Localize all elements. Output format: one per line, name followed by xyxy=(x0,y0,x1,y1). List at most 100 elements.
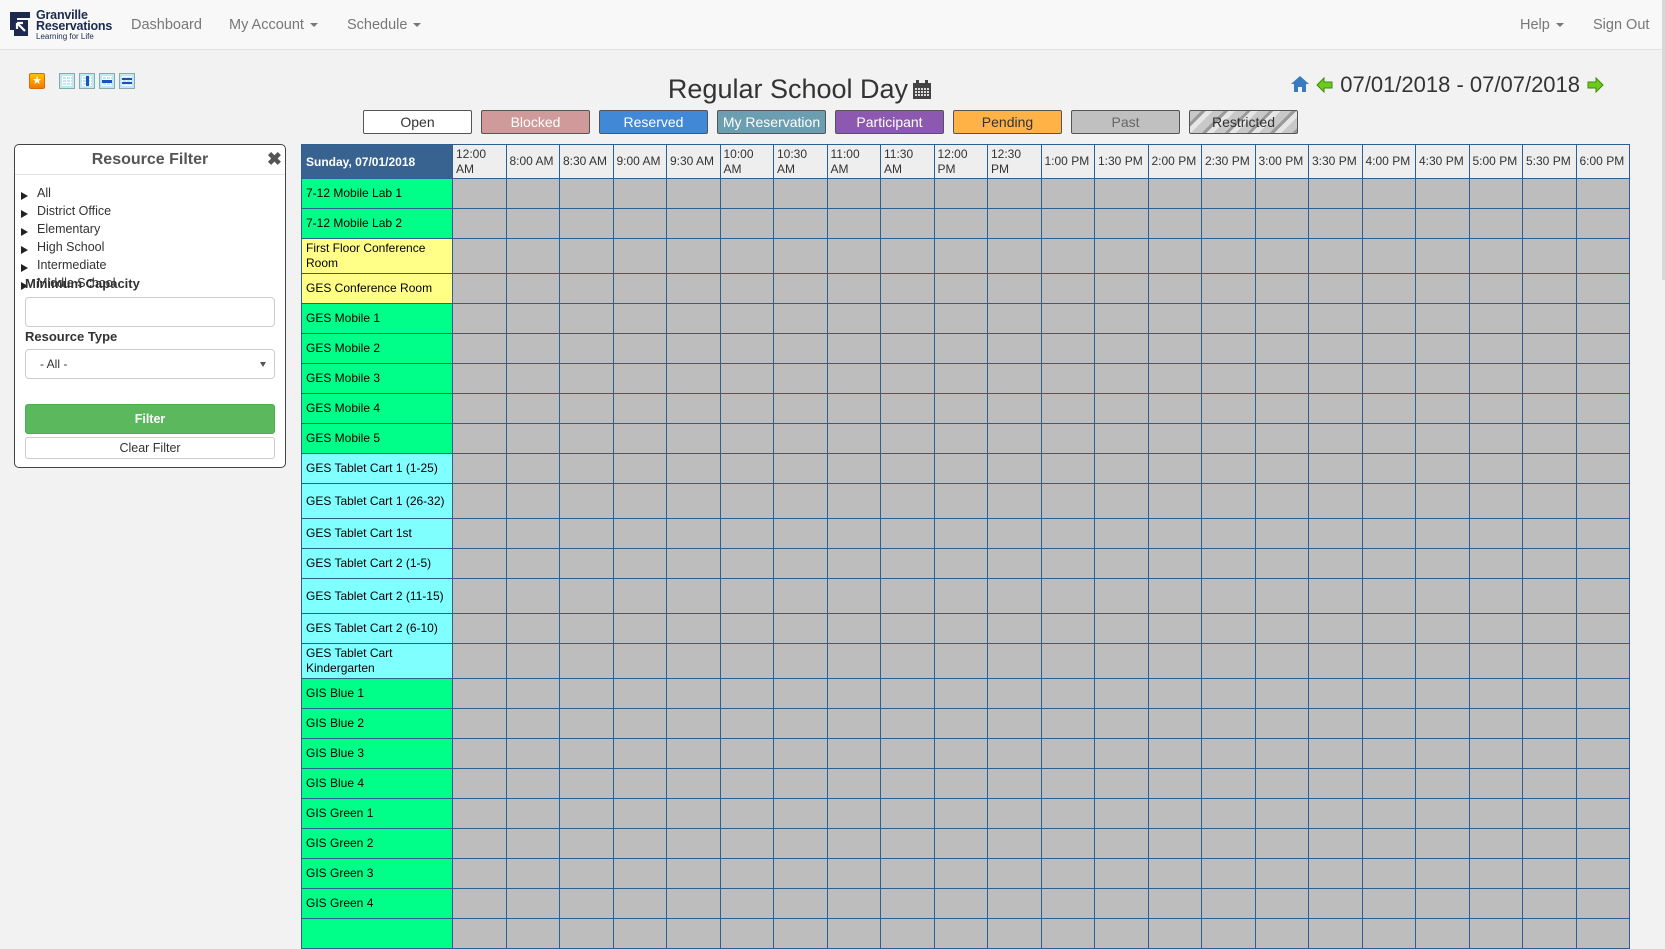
time-slot-cell[interactable] xyxy=(1361,483,1416,519)
time-slot-cell[interactable] xyxy=(826,798,881,829)
time-slot-cell[interactable] xyxy=(1415,518,1470,549)
time-slot-cell[interactable] xyxy=(666,548,721,579)
time-slot-cell[interactable] xyxy=(1468,768,1523,799)
time-slot-cell[interactable] xyxy=(1308,393,1363,424)
time-slot-cell[interactable] xyxy=(612,303,667,334)
time-slot-cell[interactable] xyxy=(452,918,507,949)
time-slot-cell[interactable] xyxy=(1094,483,1149,519)
time-slot-cell[interactable] xyxy=(1522,393,1577,424)
time-slot-cell[interactable] xyxy=(505,578,560,614)
time-slot-cell[interactable] xyxy=(559,333,614,364)
time-slot-cell[interactable] xyxy=(826,208,881,239)
time-slot-cell[interactable] xyxy=(1201,613,1256,644)
time-slot-cell[interactable] xyxy=(773,548,828,579)
time-slot-cell[interactable] xyxy=(1094,888,1149,919)
time-slot-cell[interactable] xyxy=(773,423,828,454)
time-slot-cell[interactable] xyxy=(719,918,774,949)
time-slot-cell[interactable] xyxy=(880,678,935,709)
time-slot-cell[interactable] xyxy=(880,178,935,209)
time-slot-cell[interactable] xyxy=(452,643,507,679)
time-slot-cell[interactable] xyxy=(933,453,988,484)
time-slot-cell[interactable] xyxy=(452,363,507,394)
time-slot-cell[interactable] xyxy=(1468,858,1523,889)
time-slot-cell[interactable] xyxy=(1522,708,1577,739)
time-slot-cell[interactable] xyxy=(1201,738,1256,769)
time-slot-cell[interactable] xyxy=(666,918,721,949)
layout-standard-icon[interactable] xyxy=(59,73,75,89)
time-slot-cell[interactable] xyxy=(559,453,614,484)
time-slot-cell[interactable] xyxy=(1308,828,1363,859)
time-slot-cell[interactable] xyxy=(505,483,560,519)
time-slot-cell[interactable] xyxy=(719,738,774,769)
time-slot-cell[interactable] xyxy=(1361,918,1416,949)
time-slot-cell[interactable] xyxy=(1040,738,1095,769)
time-slot-cell[interactable] xyxy=(505,423,560,454)
time-slot-cell[interactable] xyxy=(1147,393,1202,424)
time-slot-cell[interactable] xyxy=(1147,208,1202,239)
time-slot-cell[interactable] xyxy=(612,208,667,239)
time-slot-cell[interactable] xyxy=(1522,548,1577,579)
time-slot-cell[interactable] xyxy=(1361,578,1416,614)
time-slot-cell[interactable] xyxy=(559,393,614,424)
time-slot-cell[interactable] xyxy=(505,393,560,424)
time-slot-cell[interactable] xyxy=(559,273,614,304)
time-slot-cell[interactable] xyxy=(1254,578,1309,614)
time-slot-cell[interactable] xyxy=(773,613,828,644)
time-slot-cell[interactable] xyxy=(559,768,614,799)
time-slot-cell[interactable] xyxy=(666,858,721,889)
time-slot-cell[interactable] xyxy=(773,483,828,519)
favorite-star-icon[interactable]: ★ xyxy=(29,73,45,89)
time-slot-cell[interactable] xyxy=(880,888,935,919)
time-slot-cell[interactable] xyxy=(719,363,774,394)
time-slot-cell[interactable] xyxy=(1468,518,1523,549)
time-slot-cell[interactable] xyxy=(1361,423,1416,454)
time-slot-cell[interactable] xyxy=(1415,178,1470,209)
time-slot-cell[interactable] xyxy=(1415,643,1470,679)
time-slot-cell[interactable] xyxy=(1201,518,1256,549)
time-slot-cell[interactable] xyxy=(1147,798,1202,829)
time-slot-cell[interactable] xyxy=(505,678,560,709)
resource-name[interactable]: GES Conference Room xyxy=(301,273,453,304)
time-slot-cell[interactable] xyxy=(880,423,935,454)
time-slot-cell[interactable] xyxy=(1308,918,1363,949)
time-slot-cell[interactable] xyxy=(1575,678,1630,709)
resource-name[interactable]: GIS Blue 3 xyxy=(301,738,453,769)
tree-item-all[interactable]: All xyxy=(21,184,116,202)
time-slot-cell[interactable] xyxy=(719,483,774,519)
time-slot-cell[interactable] xyxy=(1361,208,1416,239)
expand-arrow-icon[interactable] xyxy=(21,210,28,218)
time-slot-cell[interactable] xyxy=(719,548,774,579)
time-slot-cell[interactable] xyxy=(452,483,507,519)
time-slot-cell[interactable] xyxy=(1468,798,1523,829)
time-slot-cell[interactable] xyxy=(1361,828,1416,859)
time-slot-cell[interactable] xyxy=(1254,363,1309,394)
time-slot-cell[interactable] xyxy=(1308,273,1363,304)
time-slot-cell[interactable] xyxy=(1094,738,1149,769)
time-slot-cell[interactable] xyxy=(1415,273,1470,304)
nav-my-account[interactable]: My Account xyxy=(229,0,318,50)
time-slot-cell[interactable] xyxy=(987,178,1042,209)
time-slot-cell[interactable] xyxy=(1468,363,1523,394)
time-slot-cell[interactable] xyxy=(1201,768,1256,799)
time-slot-cell[interactable] xyxy=(1361,858,1416,889)
time-slot-cell[interactable] xyxy=(1415,578,1470,614)
time-slot-cell[interactable] xyxy=(880,483,935,519)
time-slot-cell[interactable] xyxy=(987,858,1042,889)
nav-dashboard[interactable]: Dashboard xyxy=(131,0,202,50)
time-slot-cell[interactable] xyxy=(987,918,1042,949)
time-slot-cell[interactable] xyxy=(933,708,988,739)
time-slot-cell[interactable] xyxy=(1147,738,1202,769)
resource-name[interactable]: GES Mobile 1 xyxy=(301,303,453,334)
time-slot-cell[interactable] xyxy=(1254,238,1309,274)
time-slot-cell[interactable] xyxy=(1201,918,1256,949)
time-slot-cell[interactable] xyxy=(1254,208,1309,239)
time-slot-cell[interactable] xyxy=(1201,643,1256,679)
time-slot-cell[interactable] xyxy=(933,918,988,949)
time-slot-cell[interactable] xyxy=(1201,858,1256,889)
time-slot-cell[interactable] xyxy=(1361,738,1416,769)
time-slot-cell[interactable] xyxy=(1415,858,1470,889)
time-slot-cell[interactable] xyxy=(1094,453,1149,484)
time-slot-cell[interactable] xyxy=(452,423,507,454)
time-slot-cell[interactable] xyxy=(666,643,721,679)
time-slot-cell[interactable] xyxy=(1468,708,1523,739)
